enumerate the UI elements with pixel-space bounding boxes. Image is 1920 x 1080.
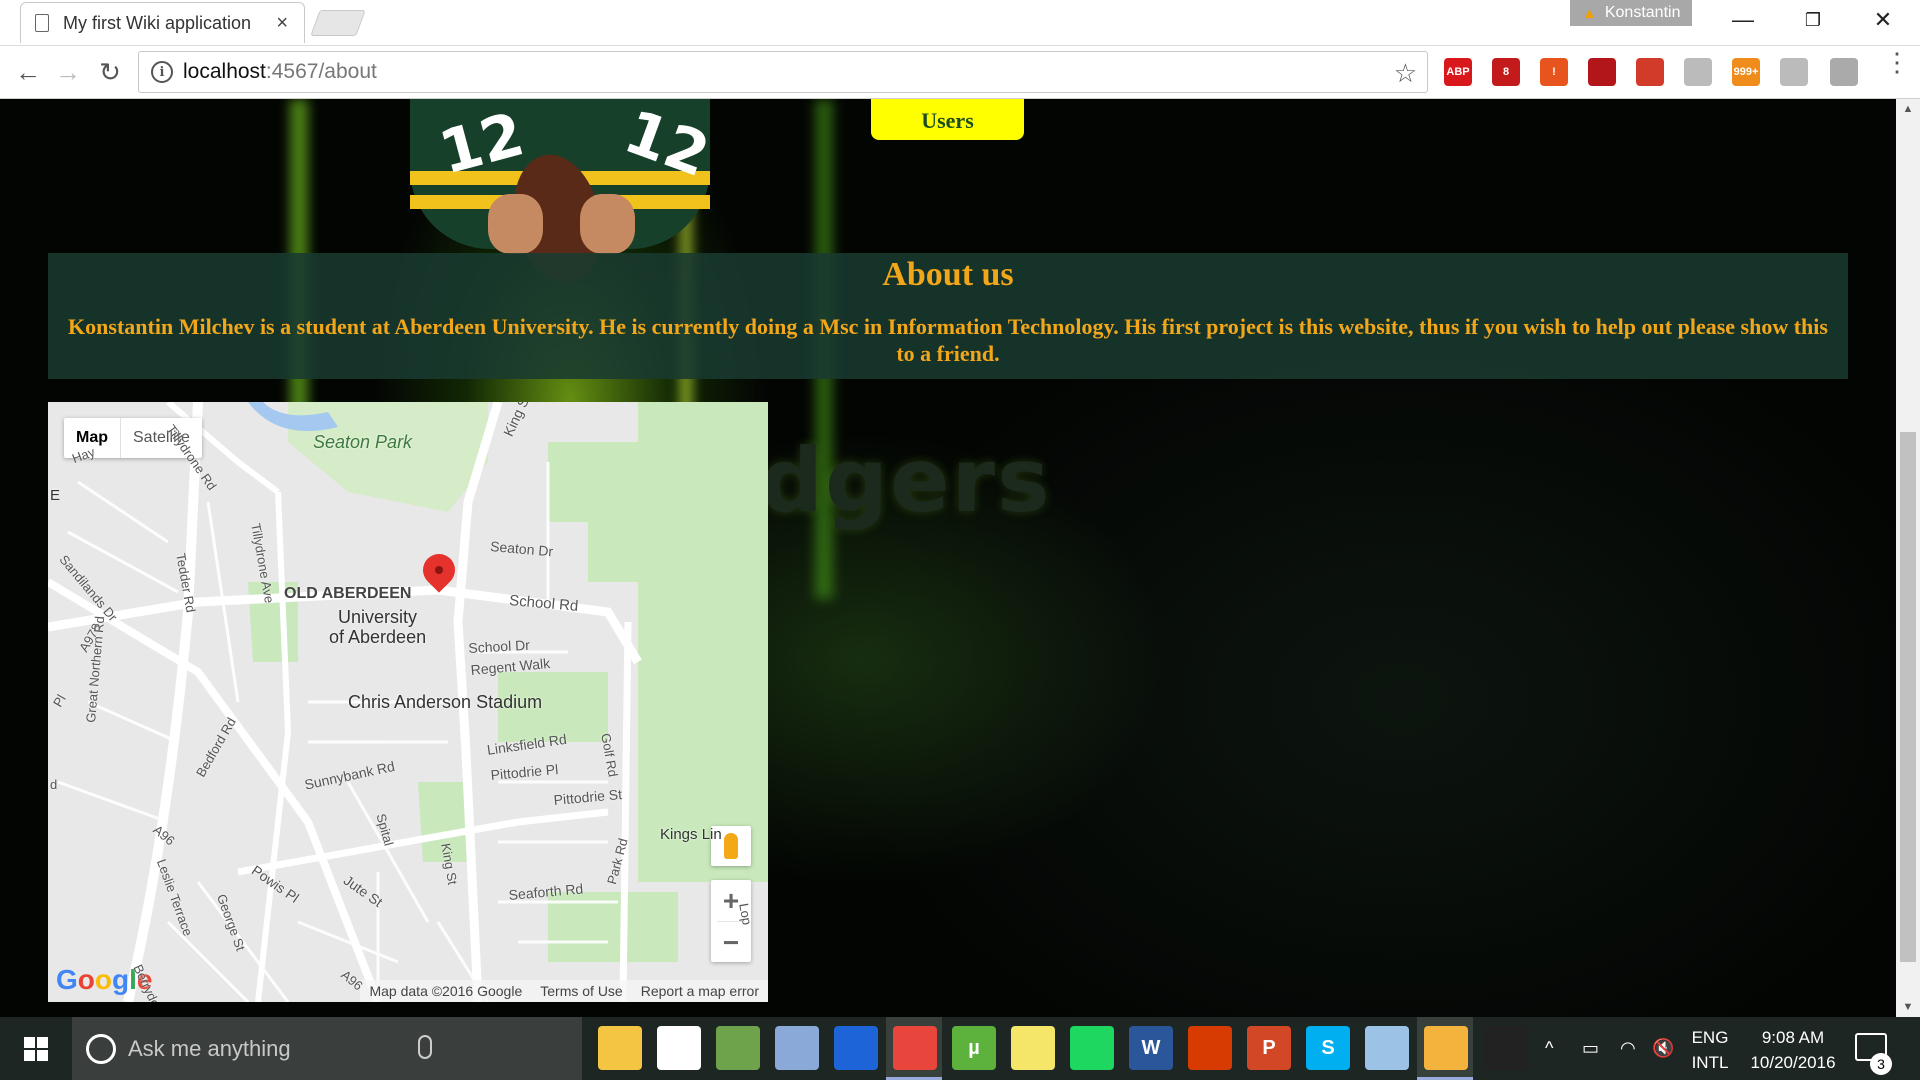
close-window-icon[interactable]: ✕: [1853, 0, 1913, 40]
map-label-school-dr: School Dr: [468, 636, 531, 656]
about-section: About us Konstantin Milchev is a student…: [48, 253, 1848, 379]
notification-count-badge: 3: [1870, 1053, 1892, 1075]
lang-top: ENG: [1691, 1028, 1729, 1047]
terms-link[interactable]: Terms of Use: [531, 983, 631, 999]
word-icon[interactable]: W: [1129, 1026, 1173, 1070]
show-hidden-icons[interactable]: ^: [1545, 1017, 1553, 1080]
reload-icon[interactable]: ↻: [90, 54, 130, 90]
map-label-chris-anderson: Chris Anderson Stadium: [348, 692, 543, 712]
spotify-icon[interactable]: [1070, 1026, 1114, 1070]
browser-toolbar: ← → ↻ i localhost:4567/about ☆ ABP 8! 999+…: [0, 46, 1920, 99]
language-indicator[interactable]: ENG INTL: [1688, 1025, 1732, 1075]
address-bar[interactable]: i localhost:4567/about ☆: [138, 51, 1428, 93]
microphone-icon[interactable]: [418, 1035, 432, 1059]
url-host: localhost: [183, 60, 266, 83]
ublock-icon[interactable]: 8: [1492, 58, 1520, 86]
rss-extension-icon[interactable]: 999+: [1732, 58, 1760, 86]
pen-extension-icon[interactable]: [1830, 58, 1858, 86]
map-label-d: d: [50, 777, 58, 792]
page-icon: [35, 14, 49, 32]
url-path: :4567/about: [265, 60, 377, 83]
map-label-kings-links: Kings Lin: [660, 826, 722, 843]
hand-shape: [488, 194, 543, 254]
forward-icon[interactable]: →: [48, 54, 88, 90]
profile-button[interactable]: ▲ Konstantin: [1570, 0, 1692, 26]
road-golf-rd: [619, 621, 632, 1002]
utorrent-icon[interactable]: µ: [952, 1026, 996, 1070]
warning-icon: ▲: [1582, 4, 1597, 22]
scrollbar-thumb[interactable]: [1900, 432, 1916, 962]
back-icon[interactable]: ←: [8, 54, 48, 90]
park-area: [548, 442, 638, 582]
browser-tab[interactable]: My first Wiki application ×: [20, 2, 305, 43]
about-text: Konstantin Milchev is a student at Aberd…: [68, 314, 1828, 366]
alert-extension-icon[interactable]: !: [1540, 58, 1568, 86]
restore-icon[interactable]: ❐: [1783, 0, 1843, 40]
bookmark-star-icon[interactable]: ☆: [1394, 58, 1417, 89]
terminal-icon[interactable]: [1483, 1026, 1527, 1070]
map-label-e: E: [50, 487, 61, 504]
map-label-of-aberdeen: of Aberdeen: [329, 627, 427, 647]
wifi-icon[interactable]: ◠: [1620, 1017, 1636, 1080]
system-clock[interactable]: 9:08 AM 10/20/2016: [1738, 1025, 1848, 1075]
cube-app-icon[interactable]: [775, 1026, 819, 1070]
book-extension-icon[interactable]: [1636, 58, 1664, 86]
adblock-plus-icon[interactable]: ABP: [1444, 58, 1472, 86]
skype-icon[interactable]: S: [1306, 1026, 1350, 1070]
about-title: About us: [882, 256, 1014, 293]
map-footer: Map data ©2016 Google Terms of Use Repor…: [360, 980, 768, 1002]
windows-taskbar: Ask me anything µ W PS ^ ▭ ◠ 🔇 ENG INTL 9:…: [0, 1017, 1920, 1080]
clock-date: 10/20/2016: [1750, 1053, 1836, 1072]
cortana-icon: [86, 1033, 116, 1064]
background-logo-text: dgers: [760, 429, 1052, 532]
battery-icon[interactable]: ▭: [1582, 1017, 1599, 1080]
lang-bottom: INTL: [1691, 1053, 1729, 1072]
paint-icon[interactable]: [1365, 1026, 1409, 1070]
tab-close-icon[interactable]: ×: [276, 12, 288, 35]
tab-strip: My first Wiki application × ▲ Konstantin…: [0, 0, 1920, 46]
info-icon[interactable]: i: [151, 61, 173, 83]
volume-muted-icon[interactable]: 🔇: [1652, 1017, 1674, 1080]
powerpoint-icon[interactable]: P: [1247, 1026, 1291, 1070]
minecraft-icon[interactable]: [716, 1026, 760, 1070]
weather-icon[interactable]: [1424, 1026, 1468, 1070]
park-area: [638, 402, 768, 882]
office-icon[interactable]: [1188, 1026, 1232, 1070]
tab-title: My first Wiki application: [63, 12, 252, 33]
google-map[interactable]: Map Satellite + − Google Map data ©2016 …: [48, 402, 768, 1002]
sticky-notes-icon[interactable]: [1011, 1026, 1055, 1070]
users-button[interactable]: Users: [871, 99, 1024, 140]
scroll-up-icon[interactable]: ▲: [1896, 99, 1920, 119]
coffee-extension-icon[interactable]: [1780, 58, 1808, 86]
windows-logo-icon: [24, 1036, 48, 1061]
map-label-university: University: [338, 607, 418, 627]
store-icon[interactable]: [657, 1026, 701, 1070]
start-button[interactable]: [0, 1017, 72, 1080]
profile-name: Konstantin: [1604, 4, 1681, 21]
grid-extension-icon[interactable]: [1684, 58, 1712, 86]
map-data-attribution: Map data ©2016 Google: [369, 983, 523, 999]
hand-shape: [580, 194, 635, 254]
defender-icon[interactable]: [834, 1026, 878, 1070]
clock-time: 9:08 AM: [1761, 1028, 1825, 1047]
zoom-out-button[interactable]: −: [711, 922, 751, 963]
map-label-old-aberdeen: OLD ABERDEEN: [284, 585, 412, 602]
scroll-down-icon[interactable]: ▼: [1896, 997, 1920, 1017]
new-tab-button[interactable]: [310, 10, 366, 36]
map-marker-dot: [435, 566, 443, 574]
search-placeholder: Ask me anything: [128, 1035, 291, 1061]
cortana-search-box[interactable]: Ask me anything: [72, 1017, 582, 1080]
sofa-extension-icon[interactable]: [1588, 58, 1616, 86]
minimize-icon[interactable]: —: [1713, 0, 1773, 40]
file-explorer-icon[interactable]: [598, 1026, 642, 1070]
page-viewport: 12 12 dgers Users About us Konstantin Mi…: [0, 99, 1896, 1017]
page-scrollbar[interactable]: ▲ ▼: [1896, 99, 1920, 1017]
chrome-icon[interactable]: [893, 1026, 937, 1070]
map-label-seaton-park: Seaton Park: [313, 432, 413, 452]
report-map-error-link[interactable]: Report a map error: [632, 983, 768, 999]
chrome-menu-icon[interactable]: ⋮: [1884, 49, 1910, 75]
